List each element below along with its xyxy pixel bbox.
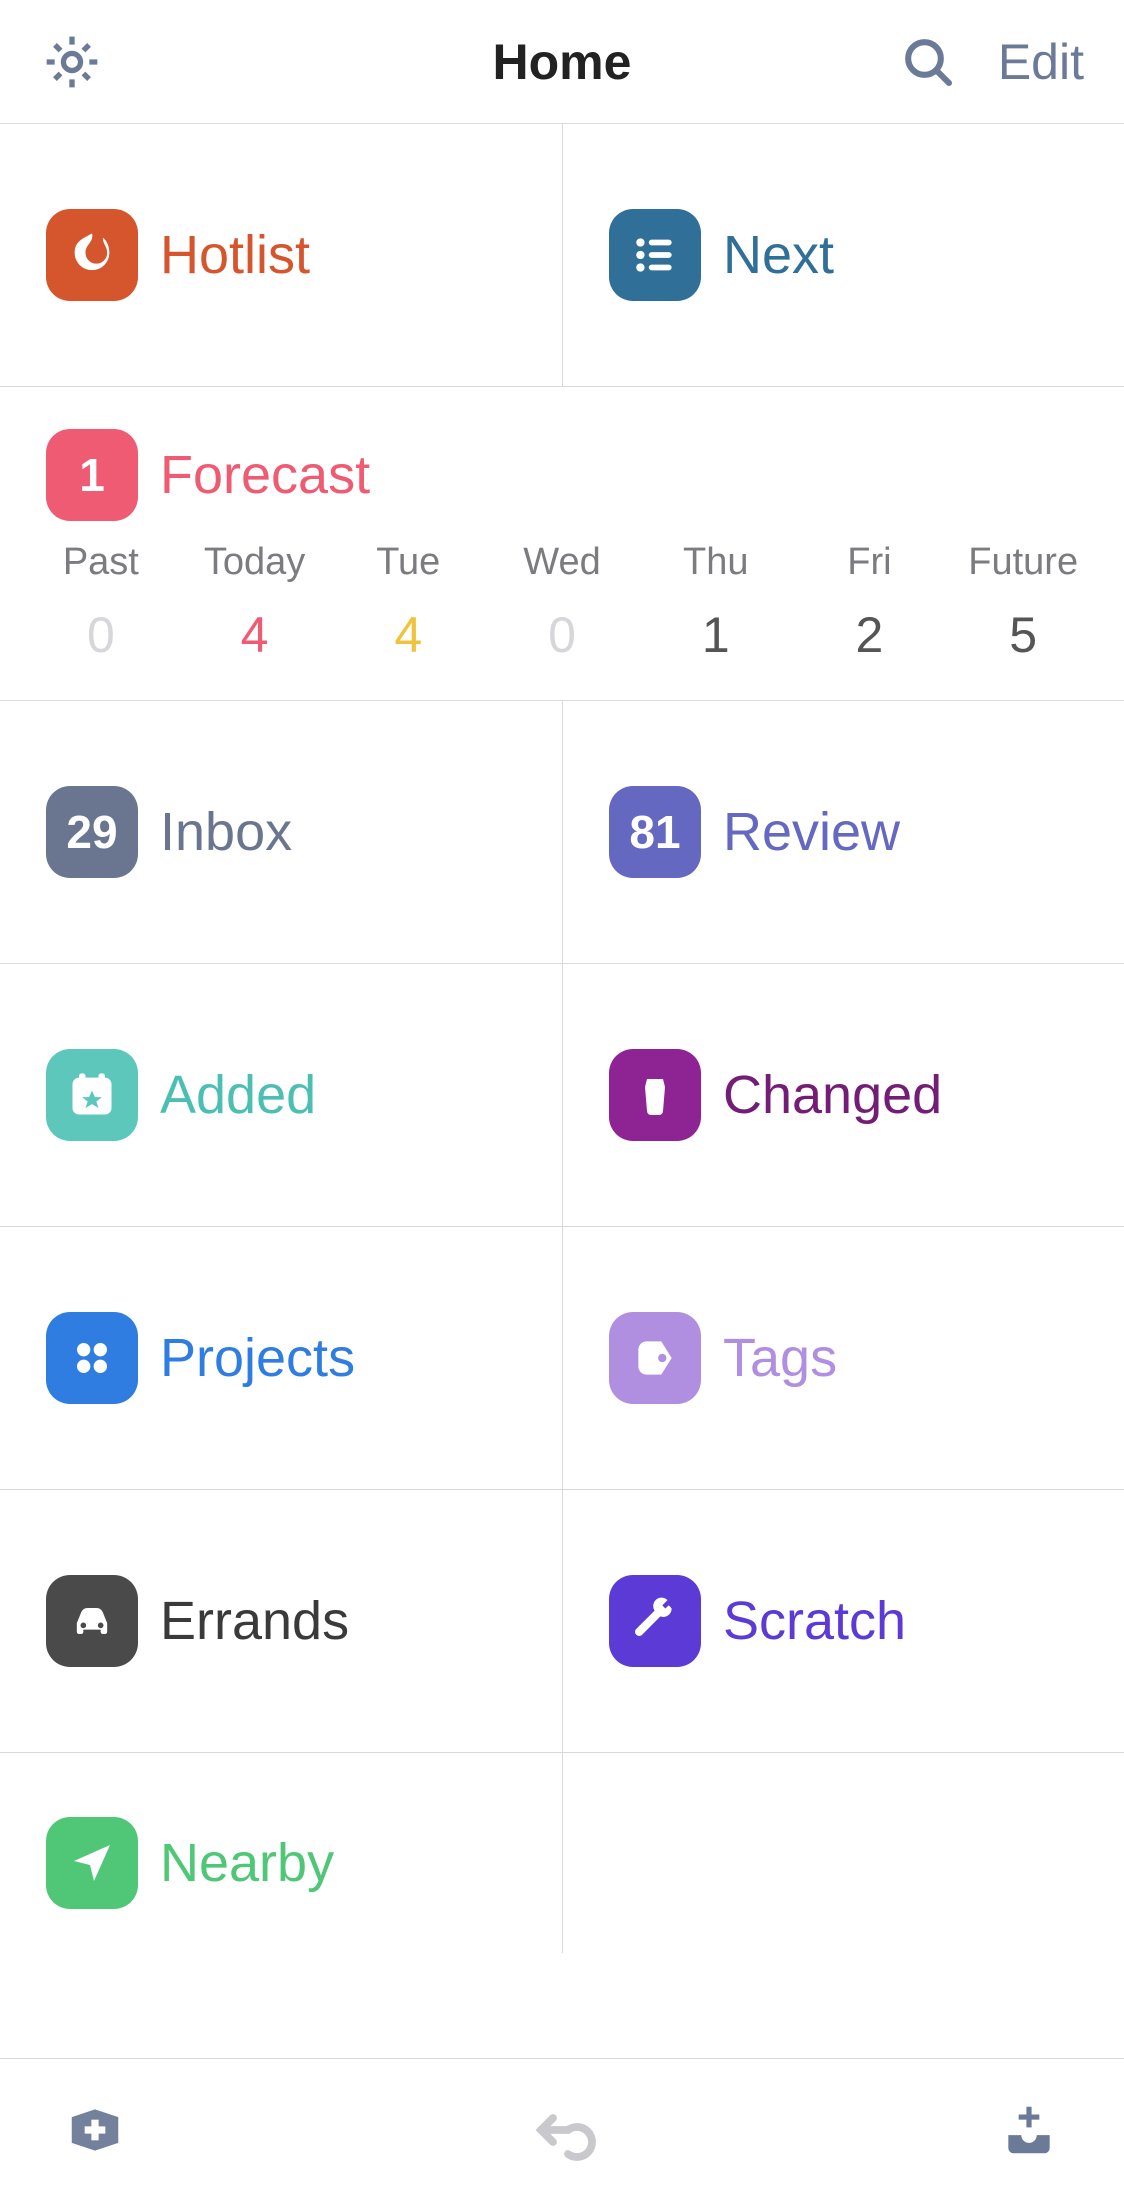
edit-button[interactable]: Edit xyxy=(998,33,1084,91)
tile-hotlist[interactable]: Hotlist xyxy=(0,124,562,386)
tile-forecast[interactable]: 1 Forecast Past 0 Today 4 Tue 4 Wed xyxy=(0,387,1124,701)
tile-changed[interactable]: Changed xyxy=(562,964,1124,1226)
new-perspective-button[interactable] xyxy=(64,2099,126,2161)
tile-empty xyxy=(562,1753,1124,1953)
tile-projects[interactable]: Projects xyxy=(0,1227,562,1489)
wrench-icon xyxy=(609,1575,701,1667)
undo-icon xyxy=(526,2094,598,2166)
header: Home Edit xyxy=(0,0,1124,124)
tile-label: Scratch xyxy=(723,1590,906,1652)
tile-label: Next xyxy=(723,224,834,286)
tile-nearby[interactable]: Nearby xyxy=(0,1753,562,1953)
tag-icon xyxy=(609,1312,701,1404)
tile-label: Forecast xyxy=(160,444,370,506)
inbox-add-button[interactable] xyxy=(998,2099,1060,2161)
undo-button[interactable] xyxy=(526,2094,598,2166)
tray-plus-icon xyxy=(998,2099,1060,2161)
review-badge: 81 xyxy=(609,786,701,878)
search-button[interactable] xyxy=(900,34,956,90)
tile-label: Review xyxy=(723,801,900,863)
calendar-star-icon xyxy=(46,1049,138,1141)
box-plus-icon xyxy=(64,2099,126,2161)
home-screen: Home Edit Hotlist xyxy=(0,0,1124,2200)
list-icon xyxy=(609,209,701,301)
tile-errands[interactable]: Errands xyxy=(0,1490,562,1752)
forecast-day-today[interactable]: Today 4 xyxy=(178,541,332,664)
forecast-badge: 1 xyxy=(46,429,138,521)
bottom-toolbar xyxy=(0,2058,1124,2200)
tile-added[interactable]: Added xyxy=(0,964,562,1226)
inbox-badge: 29 xyxy=(46,786,138,878)
home-grid: Hotlist Next 1 Forecast xyxy=(0,124,1124,2058)
search-icon xyxy=(900,34,956,90)
tile-label: Projects xyxy=(160,1327,355,1389)
forecast-day-fri[interactable]: Fri 2 xyxy=(793,541,947,664)
tile-label: Errands xyxy=(160,1590,349,1652)
tile-label: Added xyxy=(160,1064,316,1126)
tile-label: Changed xyxy=(723,1064,942,1126)
location-icon xyxy=(46,1817,138,1909)
forecast-day-past[interactable]: Past 0 xyxy=(24,541,178,664)
forecast-day-wed[interactable]: Wed 0 xyxy=(485,541,639,664)
tile-next[interactable]: Next xyxy=(562,124,1124,386)
cup-icon xyxy=(609,1049,701,1141)
tile-label: Hotlist xyxy=(160,224,310,286)
car-icon xyxy=(46,1575,138,1667)
forecast-day-tue[interactable]: Tue 4 xyxy=(331,541,485,664)
tile-scratch[interactable]: Scratch xyxy=(562,1490,1124,1752)
gear-icon xyxy=(40,30,104,94)
tile-label: Tags xyxy=(723,1327,837,1389)
forecast-days: Past 0 Today 4 Tue 4 Wed 0 Thu 1 xyxy=(0,535,1124,700)
tile-tags[interactable]: Tags xyxy=(562,1227,1124,1489)
tile-label: Inbox xyxy=(160,801,292,863)
tile-inbox[interactable]: 29 Inbox xyxy=(0,701,562,963)
settings-button[interactable] xyxy=(40,30,104,94)
tile-label: Nearby xyxy=(160,1832,334,1894)
flame-icon xyxy=(46,209,138,301)
tile-review[interactable]: 81 Review xyxy=(562,701,1124,963)
projects-icon xyxy=(46,1312,138,1404)
forecast-day-future[interactable]: Future 5 xyxy=(946,541,1100,664)
forecast-day-thu[interactable]: Thu 1 xyxy=(639,541,793,664)
